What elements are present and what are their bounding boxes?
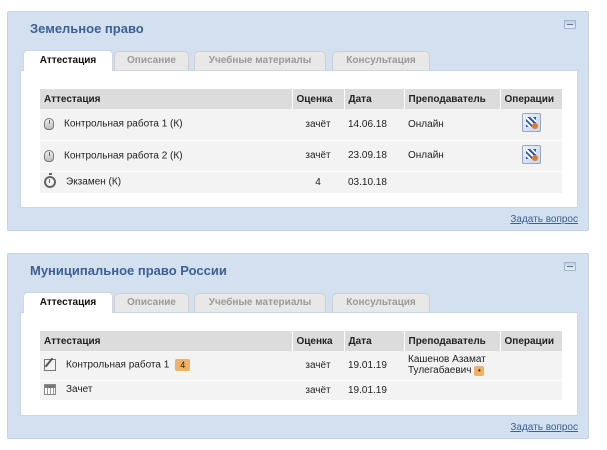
table-row: Контрольная работа 2 (К) зачёт 23.09.18 … — [40, 140, 562, 172]
grade-badge: 4 — [175, 359, 191, 372]
stopwatch-icon — [44, 173, 56, 188]
calendar-icon — [44, 384, 56, 396]
operations-cell — [500, 171, 562, 194]
date-cell: 14.06.18 — [344, 109, 404, 141]
teacher-note-icon[interactable]: • — [474, 365, 485, 376]
attestation-name: Контрольная работа 2 (К) — [64, 150, 183, 162]
ask-question-link[interactable]: Задать вопрос — [510, 214, 578, 225]
ask-question-link[interactable]: Задать вопрос — [510, 422, 578, 433]
teacher-cell: Кашенов Азамат Тулегабаевич • — [404, 351, 500, 381]
mouse-icon — [44, 118, 54, 131]
tab-attestation[interactable]: Аттестация — [23, 292, 113, 313]
date-cell: 19.01.19 — [344, 380, 404, 401]
tab-materials[interactable]: Учебные материалы — [194, 51, 326, 70]
column-header-attestation: Аттестация — [40, 331, 292, 351]
grade-cell: зачёт — [292, 380, 344, 401]
grade-cell: 4 — [292, 171, 344, 194]
date-cell: 23.09.18 — [344, 140, 404, 172]
column-header-operations: Операции — [499, 89, 562, 109]
attestation-name: Зачет — [66, 384, 93, 396]
table-header-row: Аттестация Оценка Дата Преподаватель Опе… — [40, 331, 562, 351]
teacher-cell — [404, 171, 500, 194]
operation-icon[interactable] — [521, 113, 541, 133]
table-row: Экзамен (К) 4 03.10.18 — [40, 171, 562, 194]
attestation-table: Аттестация Оценка Дата Преподаватель Опе… — [40, 331, 562, 401]
date-cell: 03.10.18 — [344, 171, 404, 194]
column-header-grade: Оценка — [291, 331, 344, 351]
grade-cell: зачёт — [292, 140, 344, 172]
panel-title: Муниципальное право России — [30, 263, 227, 278]
column-header-attestation: Аттестация — [40, 89, 292, 109]
table-row: Контрольная работа 1 (К) зачёт 14.06.18 … — [40, 109, 562, 141]
tab-materials[interactable]: Учебные материалы — [194, 293, 326, 312]
operation-icon[interactable] — [521, 144, 541, 164]
grade-cell: зачёт — [292, 351, 344, 381]
collapse-icon[interactable] — [564, 262, 576, 271]
attestation-name: Экзамен (К) — [66, 176, 122, 188]
operations-cell — [500, 380, 562, 401]
tab-content: Аттестация Оценка Дата Преподаватель Опе… — [20, 70, 578, 208]
course-panel-zemelnoe-pravo: Земельное право Аттестация Описание Учеб… — [7, 11, 589, 231]
column-header-date: Дата — [343, 89, 404, 109]
course-panel-municipalnoe-pravo: Муниципальное право России Аттестация Оп… — [7, 253, 589, 439]
tab-consultation[interactable]: Консультация — [332, 51, 430, 70]
collapse-icon[interactable] — [564, 20, 576, 29]
table-row: Контрольная работа 1 4 зачёт 19.01.19 Каш… — [40, 351, 562, 381]
table-row: Зачет зачёт 19.01.19 — [40, 380, 562, 401]
mouse-icon — [44, 149, 54, 162]
tab-consultation[interactable]: Консультация — [332, 293, 430, 312]
teacher-cell: Онлайн — [404, 140, 500, 172]
grade-cell: зачёт — [292, 109, 344, 141]
tab-attestation[interactable]: Аттестация — [23, 50, 113, 71]
tab-description[interactable]: Описание — [114, 293, 189, 312]
operations-cell — [500, 351, 562, 381]
teacher-cell — [404, 380, 500, 401]
column-header-date: Дата — [343, 331, 404, 351]
edit-icon — [44, 359, 56, 372]
column-header-teacher: Преподаватель — [403, 331, 500, 351]
column-header-teacher: Преподаватель — [403, 89, 500, 109]
attestation-name[interactable]: Контрольная работа 1 — [66, 360, 169, 371]
tab-description[interactable]: Описание — [114, 51, 189, 70]
attestation-name: Контрольная работа 1 (К) — [64, 118, 183, 130]
column-header-grade: Оценка — [291, 89, 344, 109]
attestation-table: Аттестация Оценка Дата Преподаватель Опе… — [40, 89, 562, 194]
teacher-cell: Онлайн — [404, 109, 500, 141]
panel-title: Земельное право — [30, 21, 144, 36]
tab-content: Аттестация Оценка Дата Преподаватель Опе… — [20, 312, 578, 416]
table-header-row: Аттестация Оценка Дата Преподаватель Опе… — [40, 89, 562, 109]
date-cell: 19.01.19 — [344, 351, 404, 381]
column-header-operations: Операции — [499, 331, 562, 351]
